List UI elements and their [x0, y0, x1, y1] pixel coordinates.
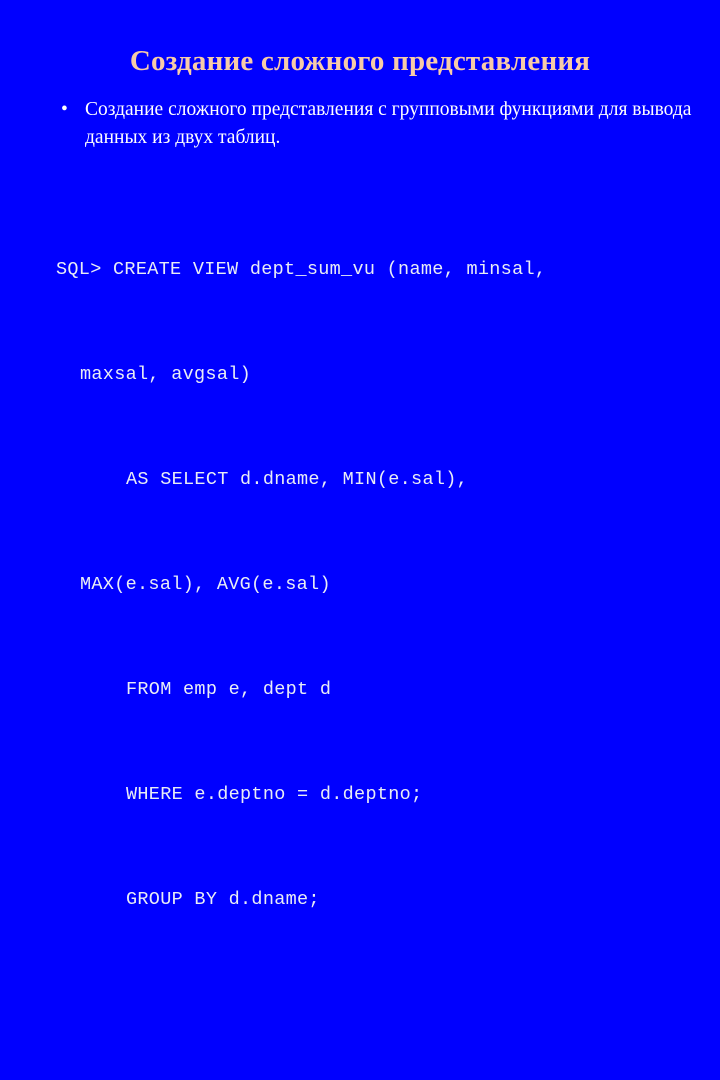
code-line: maxsal, avgsal)	[80, 364, 252, 385]
code-line: FROM emp e, dept d	[126, 679, 332, 700]
code-line: WHERE e.deptno = d.deptno;	[126, 784, 423, 805]
bullet-item-label: Создание сложного представления с группо…	[85, 99, 692, 148]
code-line: GROUP BY d.dname;	[126, 889, 320, 910]
sql-code-block: SQL> CREATE VIEW dept_sum_vu (name, mins…	[56, 182, 716, 1080]
list-item: • Создание сложного представления с груп…	[56, 96, 716, 152]
bullet-list: • Создание сложного представления с груп…	[56, 96, 716, 152]
code-line: MAX(e.sal), AVG(e.sal)	[80, 574, 331, 595]
code-line: SQL> CREATE VIEW dept_sum_vu (name, mins…	[56, 259, 547, 280]
bullet-marker-icon: •	[61, 99, 68, 120]
page-title: Создание сложного представления	[129, 45, 591, 77]
presentation-slide: Создание сложного представления • Создан…	[0, 0, 720, 910]
code-line: AS SELECT d.dname, MIN(e.sal),	[126, 469, 469, 490]
